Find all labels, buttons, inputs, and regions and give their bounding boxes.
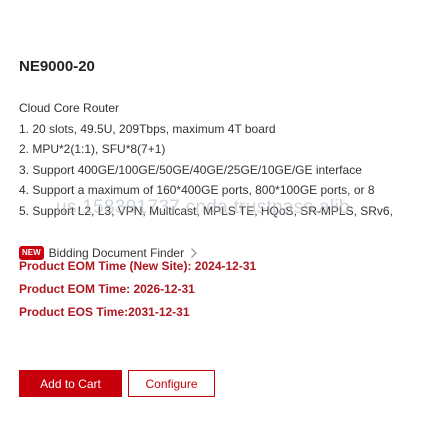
action-buttons: Add to Cart Configure xyxy=(19,370,215,397)
description-line: 3. Support 400GE/100GE/50GE/40GE/25GE/10… xyxy=(19,162,362,177)
add-to-cart-button[interactable]: Add to Cart xyxy=(19,370,122,397)
product-title: NE9000-20 xyxy=(19,58,95,75)
product-description: Cloud Core Router 1. 20 slots, 49.5U, 20… xyxy=(19,98,429,221)
eom-time: Product EOM Time: 2026-12-31 xyxy=(19,282,195,296)
description-line: 4. Support a maximum of 160*400GE ports,… xyxy=(19,183,375,197)
description-line: 1. 20 slots, 49.5U, 209Tbps, maximum 4T … xyxy=(19,121,276,136)
product-page: NE9000-20 Cloud Core Router 1. 20 slots,… xyxy=(0,0,429,429)
eom-new-site-time: Product EOM Time (New Site): 2024-12-31 xyxy=(19,259,257,273)
description-line: 2. MPU*2(1:1), SFU*8(7+1) xyxy=(19,142,166,156)
description-line: 5. Support L2, L3, VPN, Multicast, MPLS … xyxy=(19,203,393,218)
configure-button[interactable]: Configure xyxy=(128,370,215,397)
product-lifecycle: Product EOM Time (New Site): 2024-12-31 … xyxy=(19,255,256,324)
eos-time: Product EOS Time:2031-12-31 xyxy=(19,305,190,319)
description-line: Cloud Core Router xyxy=(19,101,120,115)
